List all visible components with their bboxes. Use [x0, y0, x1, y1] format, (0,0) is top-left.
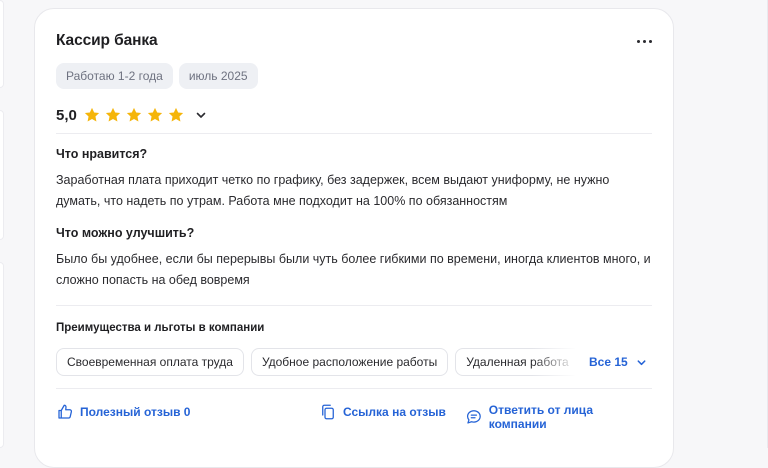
left-edge-strip — [0, 0, 8, 448]
more-options-button[interactable] — [635, 36, 654, 47]
star-icon — [126, 107, 141, 122]
rating-value: 5,0 — [56, 106, 77, 124]
divider — [56, 133, 652, 134]
chevron-down-icon[interactable] — [195, 109, 207, 121]
benefits-heading: Преимущества и льготы в компании — [56, 322, 265, 334]
tenure-chip: Работаю 1-2 года — [56, 63, 173, 89]
benefits-list: Своевременная оплата труда Удобное распо… — [56, 348, 652, 376]
star-icon — [84, 107, 99, 122]
show-all-label: Все 15 — [589, 355, 628, 369]
review-meta-chips: Работаю 1-2 года июль 2025 — [56, 63, 652, 89]
divider — [56, 388, 652, 389]
thumbs-up-icon — [58, 404, 73, 419]
helpful-button[interactable]: Полезный отзыв 0 — [56, 403, 190, 421]
job-title: Кассир банка — [56, 32, 158, 49]
fade-overlay — [532, 348, 596, 376]
review-actions: Полезный отзыв 0 Ссылка на отзыв Ответит… — [56, 403, 652, 431]
date-chip: июль 2025 — [178, 63, 258, 89]
copy-link-button[interactable]: Ссылка на отзыв — [319, 403, 446, 421]
benefit-chip: Удобное расположение работы — [250, 348, 449, 376]
review-header: Кассир банка — [56, 31, 652, 51]
rating-row: 5,0 — [56, 105, 652, 125]
copy-link-icon — [322, 404, 334, 420]
improve-text: Было бы удобнее, если бы перерывы были ч… — [56, 252, 651, 287]
reply-as-company-button[interactable]: Ответить от лица компании — [465, 403, 652, 431]
likes-text: Заработная плата приходит четко по графи… — [56, 173, 610, 208]
helpful-label: Полезный отзыв 0 — [80, 405, 191, 419]
reply-label: Ответить от лица компании — [488, 403, 593, 431]
review-card: Кассир банка Работаю 1-2 года июль 2025 … — [34, 8, 674, 468]
star-icon — [105, 107, 120, 122]
divider — [56, 305, 652, 306]
star-icon — [147, 107, 162, 122]
chevron-down-icon — [637, 359, 646, 365]
chat-reply-icon — [466, 410, 481, 424]
improve-heading: Что можно улучшить? — [56, 226, 195, 240]
star-icon — [168, 107, 183, 122]
benefit-chip: Своевременная оплата труда — [56, 348, 244, 376]
likes-heading: Что нравится? — [56, 147, 148, 161]
star-rating — [83, 106, 185, 124]
show-all-benefits-button[interactable]: Все 15 — [589, 348, 647, 376]
copy-link-label: Ссылка на отзыв — [343, 405, 446, 419]
more-icon — [637, 39, 640, 43]
